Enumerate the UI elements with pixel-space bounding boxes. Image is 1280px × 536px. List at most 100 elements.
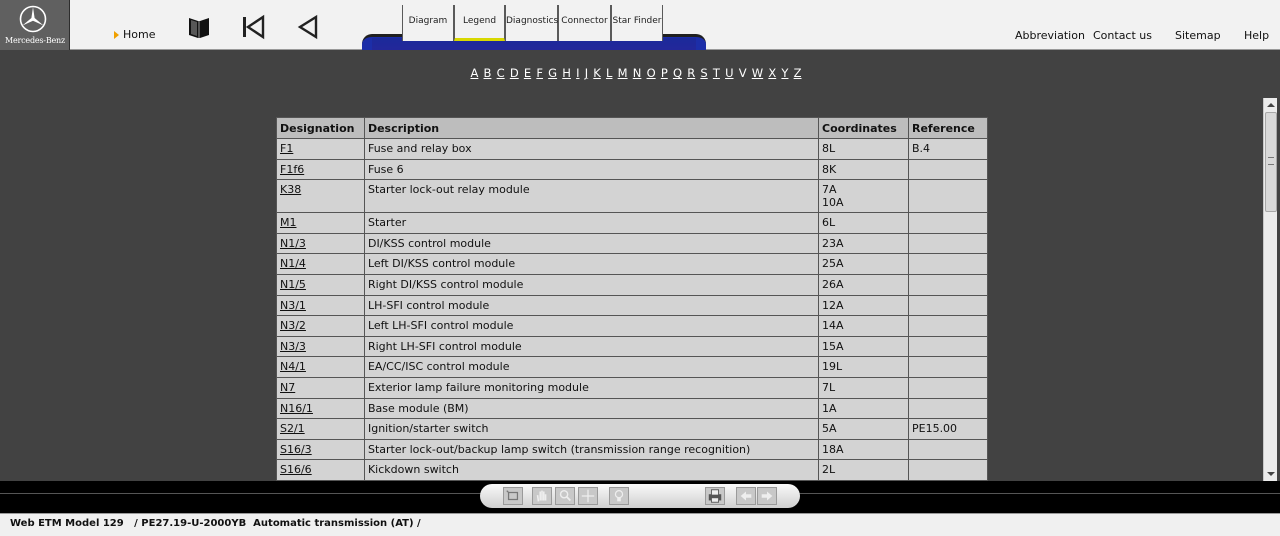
alphabet-letter-d[interactable]: D bbox=[510, 66, 519, 80]
hint-button[interactable] bbox=[609, 487, 629, 505]
prev-button[interactable] bbox=[736, 487, 756, 505]
designation-link[interactable]: N16/1 bbox=[280, 402, 313, 415]
book-icon[interactable] bbox=[185, 13, 213, 41]
designation-link[interactable]: N3/3 bbox=[280, 340, 306, 353]
zoom-tool-button[interactable] bbox=[555, 487, 575, 505]
tab-star-finder[interactable]: Star Finder bbox=[611, 5, 663, 41]
crosshair-tool-button[interactable] bbox=[578, 487, 598, 505]
alphabet-letter-n[interactable]: N bbox=[633, 66, 642, 80]
alphabet-letter-p[interactable]: P bbox=[661, 66, 668, 80]
reference-cell bbox=[907, 253, 988, 275]
alphabet-letter-v[interactable]: V bbox=[739, 66, 747, 80]
alphabet-letter-u[interactable]: U bbox=[725, 66, 733, 80]
alphabet-letter-b[interactable]: B bbox=[484, 66, 492, 80]
designation-cell[interactable]: F1f6 bbox=[276, 158, 365, 181]
alphabet-letter-x[interactable]: X bbox=[768, 66, 776, 80]
designation-link[interactable]: N1/3 bbox=[280, 237, 306, 250]
designation-link[interactable]: N4/1 bbox=[280, 360, 306, 373]
contact-link[interactable]: Contact us bbox=[1093, 29, 1152, 42]
alphabet-letter-g[interactable]: G bbox=[548, 66, 557, 80]
alphabet-letter-y[interactable]: Y bbox=[781, 66, 788, 80]
alphabet-letter-a[interactable]: A bbox=[470, 66, 478, 80]
designation-link[interactable]: F1f6 bbox=[280, 163, 304, 176]
designation-cell[interactable]: N3/3 bbox=[276, 335, 365, 358]
alphabet-letter-k[interactable]: K bbox=[593, 66, 601, 80]
alphabet-letter-f[interactable]: F bbox=[536, 66, 543, 80]
scroll-thumb[interactable] bbox=[1265, 112, 1277, 212]
tab-connector[interactable]: Connector bbox=[558, 5, 611, 41]
designation-link[interactable]: F1 bbox=[280, 142, 293, 155]
designation-link[interactable]: S16/3 bbox=[280, 443, 312, 456]
designation-link[interactable]: N3/2 bbox=[280, 319, 306, 332]
designation-cell[interactable]: K38 bbox=[276, 179, 365, 214]
brand-logo[interactable]: Mercedes-Benz bbox=[0, 0, 70, 50]
abbreviation-link[interactable]: Abbreviation bbox=[1015, 29, 1085, 42]
alphabet-letter-q[interactable]: Q bbox=[673, 66, 682, 80]
alphabet-letter-j[interactable]: J bbox=[585, 66, 588, 80]
print-button[interactable] bbox=[705, 487, 725, 505]
reference-cell bbox=[907, 158, 988, 181]
vertical-scrollbar[interactable] bbox=[1263, 98, 1277, 481]
alphabet-letter-r[interactable]: R bbox=[687, 66, 695, 80]
table-row: K38 Starter lock-out relay module 7A 10A bbox=[276, 179, 988, 214]
reference-cell bbox=[907, 179, 988, 214]
tab-diagram[interactable]: Diagram bbox=[402, 5, 454, 41]
designation-link[interactable]: N1/5 bbox=[280, 278, 306, 291]
designation-link[interactable]: K38 bbox=[280, 183, 301, 196]
designation-cell[interactable]: N3/1 bbox=[276, 294, 365, 317]
alphabet-letter-h[interactable]: H bbox=[562, 66, 571, 80]
alphabet-letter-o[interactable]: O bbox=[647, 66, 656, 80]
designation-cell[interactable]: S16/3 bbox=[276, 438, 365, 461]
scroll-down-icon[interactable] bbox=[1264, 467, 1278, 481]
coordinate-value: 10A bbox=[822, 196, 844, 210]
designation-link[interactable]: M1 bbox=[280, 216, 297, 229]
tab-diagnostics[interactable]: Diagnostics bbox=[505, 5, 558, 41]
pan-tool-button[interactable] bbox=[532, 487, 552, 505]
home-link[interactable]: Home bbox=[123, 28, 155, 41]
first-page-icon[interactable] bbox=[239, 13, 267, 41]
scroll-up-icon[interactable] bbox=[1264, 98, 1278, 112]
sitemap-link[interactable]: Sitemap bbox=[1175, 29, 1221, 42]
designation-link[interactable]: N1/4 bbox=[280, 257, 306, 270]
alphabet-letter-c[interactable]: C bbox=[497, 66, 505, 80]
designation-cell[interactable]: N1/5 bbox=[276, 273, 365, 296]
designation-cell[interactable]: F1 bbox=[276, 138, 365, 160]
designation-cell[interactable]: M1 bbox=[276, 212, 365, 234]
description-cell: Left DI/KSS control module bbox=[363, 253, 820, 275]
designation-link[interactable]: S2/1 bbox=[280, 422, 305, 435]
alphabet-letter-s[interactable]: S bbox=[700, 66, 707, 80]
designation-link[interactable]: N3/1 bbox=[280, 299, 306, 312]
alphabet-letter-z[interactable]: Z bbox=[794, 66, 802, 80]
header-bar: Mercedes-Benz Home Diagram Legend Diagno… bbox=[0, 0, 1280, 50]
alphabet-letter-i[interactable]: I bbox=[576, 66, 579, 80]
description-cell: Left LH-SFI control module bbox=[363, 315, 820, 337]
reset-view-button[interactable] bbox=[503, 487, 523, 505]
designation-cell[interactable]: N1/4 bbox=[276, 253, 365, 275]
alphabet-letter-t[interactable]: T bbox=[713, 66, 720, 80]
alphabet-letter-l[interactable]: L bbox=[606, 66, 612, 80]
help-link[interactable]: Help bbox=[1244, 29, 1269, 42]
table-row: N1/5 Right DI/KSS control module 26A bbox=[276, 273, 988, 296]
reference-cell bbox=[907, 438, 988, 461]
next-button[interactable] bbox=[757, 487, 777, 505]
alphabet-letter-w[interactable]: W bbox=[752, 66, 763, 80]
table-row: N3/1 LH-SFI control module 12A bbox=[276, 294, 988, 317]
back-icon[interactable] bbox=[294, 13, 322, 41]
alphabet-letter-m[interactable]: M bbox=[618, 66, 628, 80]
designation-link[interactable]: S16/6 bbox=[280, 463, 312, 476]
designation-cell[interactable]: N1/3 bbox=[276, 232, 365, 255]
designation-cell[interactable]: N7 bbox=[276, 376, 365, 399]
reset-icon bbox=[506, 490, 519, 501]
tab-legend[interactable]: Legend bbox=[454, 5, 505, 41]
designation-cell[interactable]: S2/1 bbox=[276, 418, 365, 440]
alphabet-letter-e[interactable]: E bbox=[524, 66, 531, 80]
designation-cell[interactable]: N16/1 bbox=[276, 397, 365, 420]
mercedes-star-icon bbox=[19, 5, 47, 33]
app-window: Mercedes-Benz Home Diagram Legend Diagno… bbox=[0, 0, 1280, 536]
hand-icon bbox=[536, 490, 547, 502]
designation-cell[interactable]: N4/1 bbox=[276, 356, 365, 378]
header-reference: Reference bbox=[907, 117, 988, 139]
designation-cell[interactable]: N3/2 bbox=[276, 315, 365, 337]
designation-link[interactable]: N7 bbox=[280, 381, 295, 394]
designation-cell[interactable]: S16/6 bbox=[276, 459, 365, 481]
